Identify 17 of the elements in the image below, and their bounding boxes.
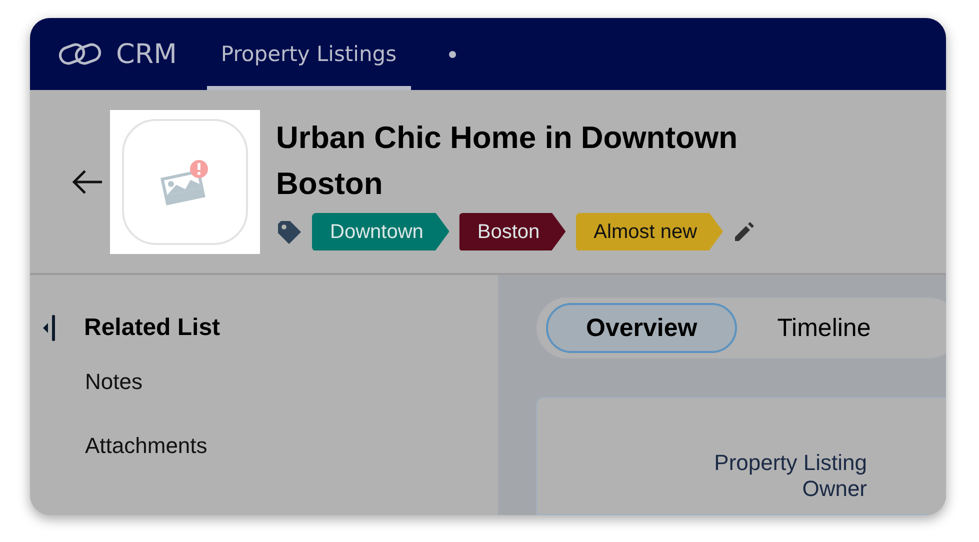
- record-title: Urban Chic Home in Downtown Boston: [276, 118, 739, 202]
- tag-icon: [276, 218, 302, 244]
- app-name: CRM: [116, 38, 177, 70]
- related-list-heading: Related List: [84, 314, 220, 342]
- view-tab[interactable]: Timeline: [737, 303, 911, 353]
- view-tab[interactable]: Overview: [546, 303, 738, 353]
- collapse-icon[interactable]: [42, 313, 58, 343]
- dot-icon: [448, 50, 456, 58]
- tag-label: Downtown: [312, 212, 450, 250]
- back-arrow-icon[interactable]: [72, 168, 104, 194]
- field-label: Property Listing Owner: [713, 450, 867, 502]
- related-list-item[interactable]: Notes: [85, 369, 142, 395]
- related-list-item[interactable]: Attachments: [85, 433, 208, 459]
- edit-icon[interactable]: [733, 220, 756, 242]
- tag-label: Boston: [459, 212, 566, 250]
- nav-tab[interactable]: Property Listings: [206, 18, 411, 90]
- tag-label: Almost new: [576, 212, 724, 250]
